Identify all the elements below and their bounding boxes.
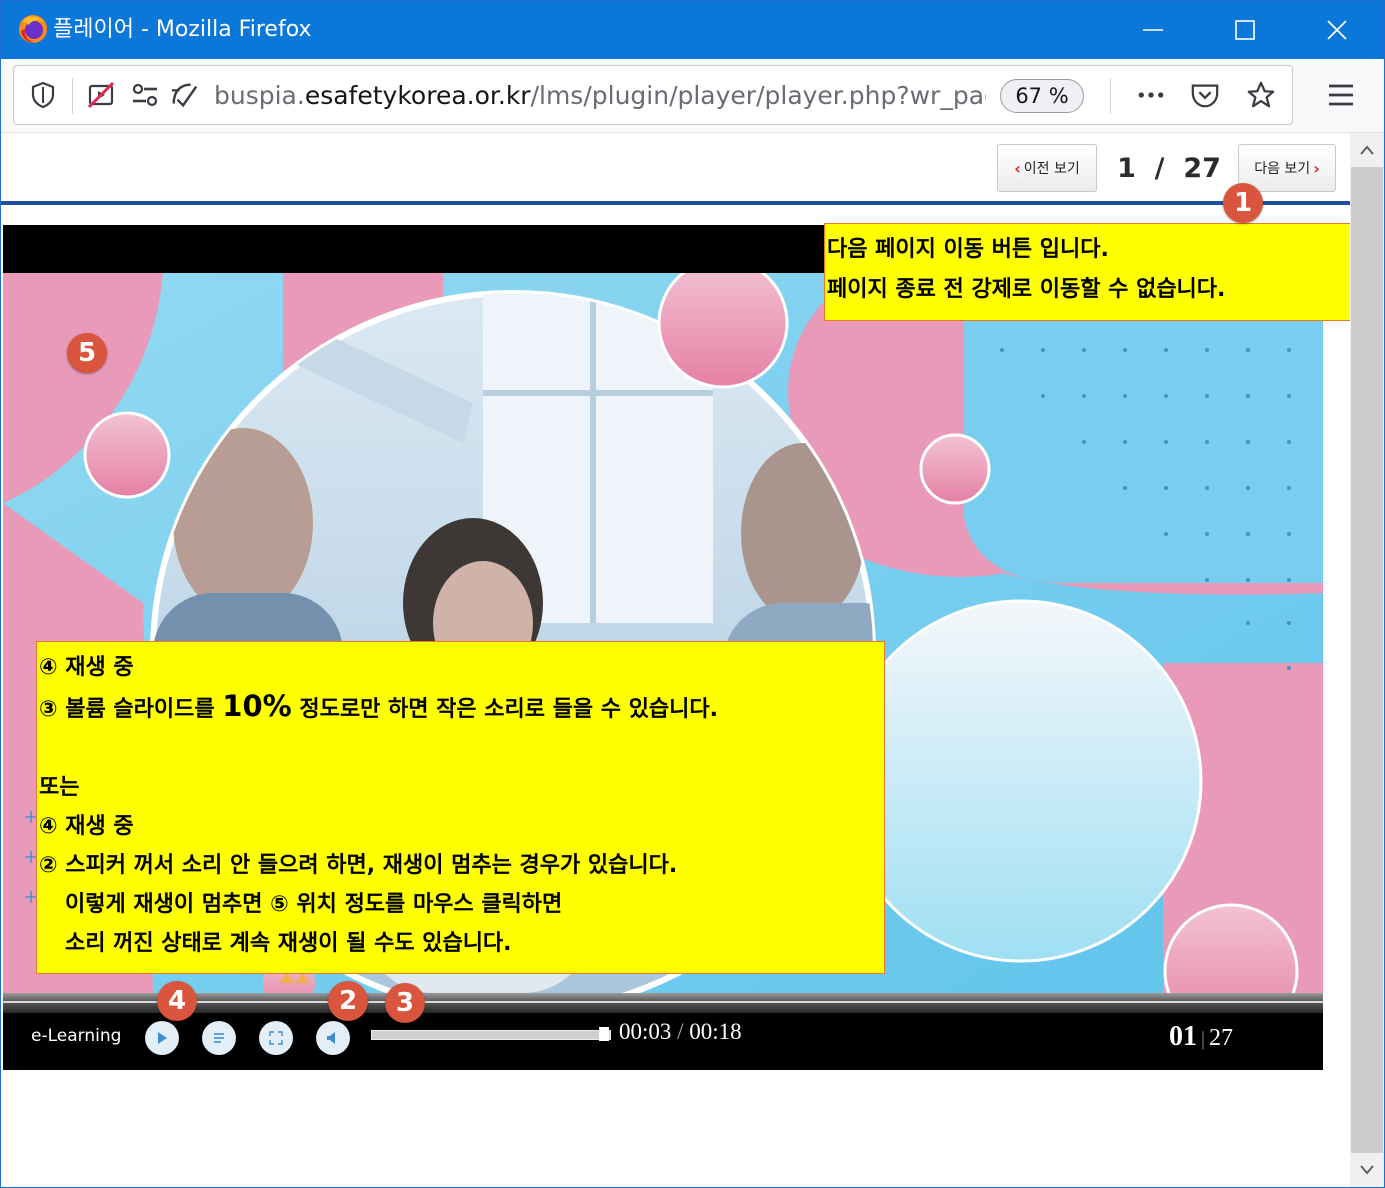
next-page-label: 다음 보기: [1254, 161, 1311, 177]
permissions-icon[interactable]: [130, 80, 160, 110]
note-top-line-1: 다음 페이지 이동 버튼 입니다.: [827, 237, 1109, 262]
bookmark-star-icon[interactable]: [1246, 80, 1276, 110]
volume-slider[interactable]: [371, 1030, 611, 1040]
page-counter: 1 / 27: [1109, 151, 1229, 187]
badge-2: 2: [328, 981, 368, 1021]
prev-page-button[interactable]: ‹ 이전 보기: [997, 144, 1097, 192]
chevron-right-icon: ›: [1313, 158, 1320, 178]
time-separator: /: [677, 1019, 684, 1044]
seek-bar[interactable]: [3, 993, 1323, 1013]
note-line-2-percent: 10%: [222, 689, 292, 723]
note-bottom-line-1: ④ 재생 중: [39, 655, 134, 680]
brand-label: e-Learning: [31, 1026, 122, 1046]
note-bottom-line-2: ③ 볼륨 슬라이드를 10% 정도로만 하면 작은 소리로 들을 수 있습니다.: [39, 687, 882, 729]
scrollbar-thumb[interactable]: [1351, 167, 1383, 1153]
badge-1: 1: [1223, 183, 1263, 223]
page-separator: /: [1154, 153, 1165, 184]
shield-icon[interactable]: [28, 80, 58, 110]
play-button[interactable]: [145, 1021, 179, 1055]
firefox-window: 플레이어 - Mozilla Firefox buspia.esafetykor…: [0, 0, 1385, 1188]
note-bottom-line-4: ④ 재생 중: [39, 814, 134, 839]
hamburger-menu-icon: [1329, 84, 1353, 106]
minimize-button[interactable]: [1107, 1, 1199, 59]
url-prefix: buspia.: [214, 81, 305, 110]
fullscreen-button[interactable]: [259, 1021, 293, 1055]
scroll-down-arrow-icon[interactable]: [1350, 1153, 1384, 1187]
close-icon: [1327, 20, 1347, 40]
note-bottom-line-3: 또는: [39, 775, 80, 800]
speaker-button[interactable]: [316, 1021, 350, 1055]
menu-list-button[interactable]: [202, 1021, 236, 1055]
page-total: 27: [1183, 153, 1221, 184]
annotation-note-next-button: 다음 페이지 이동 버튼 입니다. 페이지 종료 전 강제로 이동할 수 없습니…: [824, 223, 1350, 321]
note-bottom-blank: [39, 729, 882, 768]
title-bar: 플레이어 - Mozilla Firefox: [1, 1, 1384, 59]
note-bottom-line-5: ② 스피커 꺼서 소리 안 들으려 하면, 재생이 멈추는 경우가 있습니다.: [39, 853, 678, 878]
navigation-toolbar: buspia.esafetykorea.or.kr/lms/plugin/pla…: [1, 59, 1384, 133]
annotation-note-volume: ④ 재생 중 ③ 볼륨 슬라이드를 10% 정도로만 하면 작은 소리로 들을 …: [36, 641, 885, 974]
slide-separator: |: [1201, 1028, 1206, 1050]
hamburger-menu-button[interactable]: [1319, 73, 1363, 117]
note-line-2-post: 정도로만 하면 작은 소리로 들을 수 있습니다.: [291, 697, 719, 722]
note-top-line-2: 페이지 종료 전 강제로 이동할 수 없습니다.: [827, 277, 1226, 302]
tracking-protection-icon[interactable]: [170, 80, 200, 110]
vertical-scrollbar[interactable]: [1350, 133, 1384, 1187]
note-bottom-line-6: 이렇게 재생이 멈추면 ⑤ 위치 정도를 마우스 클릭하면: [65, 892, 563, 917]
time-total: 00:18: [689, 1019, 742, 1044]
player-control-bar: e-Learning 00:03 / 00:18 01 | 27: [3, 993, 1323, 1070]
url-host: esafetykorea.or.kr: [304, 81, 531, 110]
url-path: /lms/plugin/player/player.php?wr_pag: [530, 81, 986, 110]
badge-5: 5: [67, 333, 107, 373]
speaker-icon: [327, 1032, 335, 1044]
url-separator-right: [1110, 78, 1111, 114]
maximize-button[interactable]: [1199, 1, 1291, 59]
play-icon: [158, 1032, 167, 1044]
slide-current: 01: [1169, 1021, 1197, 1052]
header-divider: [1, 201, 1350, 205]
minimize-icon: [1143, 29, 1163, 31]
zoom-level-button[interactable]: 67 %: [1000, 79, 1084, 113]
badge-4: 4: [157, 981, 197, 1021]
page-content: ‹ 이전 보기 1 / 27 다음 보기 › e-Learning 00:03 …: [1, 133, 1350, 1187]
note-line-2-pre: ③ 볼륨 슬라이드를: [39, 697, 223, 722]
url-text[interactable]: buspia.esafetykorea.or.kr/lms/plugin/pla…: [214, 80, 986, 112]
close-button[interactable]: [1291, 1, 1383, 59]
chevron-left-icon: ‹: [1014, 158, 1021, 178]
page-current: 1: [1117, 153, 1136, 184]
url-bar[interactable]: buspia.esafetykorea.or.kr/lms/plugin/pla…: [13, 65, 1293, 125]
volume-slider-handle[interactable]: [599, 1027, 609, 1041]
scroll-up-arrow-icon[interactable]: [1350, 133, 1384, 167]
more-icon[interactable]: [1136, 80, 1166, 110]
slide-counter: 01 | 27: [1169, 1021, 1233, 1053]
window-title: 플레이어 - Mozilla Firefox: [53, 17, 312, 42]
note-bottom-line-7: 소리 꺼진 상태로 계속 재생이 될 수도 있습니다.: [65, 931, 512, 956]
time-display: 00:03 / 00:18: [619, 1019, 742, 1045]
slide-total: 27: [1209, 1025, 1234, 1051]
prev-page-label: 이전 보기: [1023, 161, 1080, 177]
firefox-logo-icon: [19, 15, 47, 43]
pocket-icon[interactable]: [1190, 80, 1220, 110]
maximize-icon: [1235, 20, 1255, 40]
menu-list-icon: [214, 1033, 224, 1043]
fullscreen-icon: [269, 1031, 283, 1045]
url-separator: [72, 78, 73, 114]
autoplay-blocked-icon[interactable]: [86, 80, 116, 110]
time-current: 00:03: [619, 1019, 672, 1044]
badge-3: 3: [385, 983, 425, 1023]
